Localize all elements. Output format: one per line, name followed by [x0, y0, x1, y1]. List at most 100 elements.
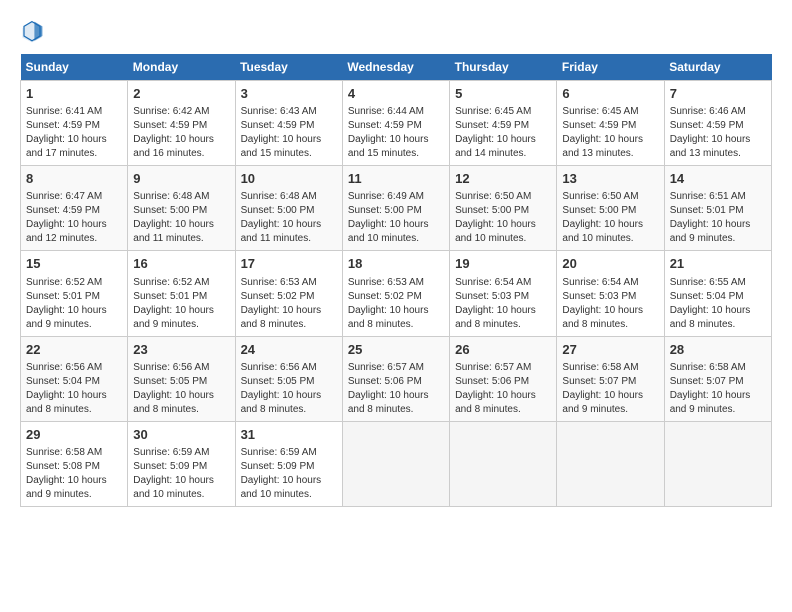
- daylight-text: Daylight: 10 hours and 8 minutes.: [241, 305, 322, 330]
- sunset-text: Sunset: 5:01 PM: [670, 205, 744, 216]
- sunset-text: Sunset: 5:00 PM: [455, 205, 529, 216]
- sunset-text: Sunset: 4:59 PM: [670, 120, 744, 131]
- daylight-text: Daylight: 10 hours and 8 minutes.: [133, 390, 214, 415]
- sunrise-text: Sunrise: 6:56 AM: [26, 362, 102, 373]
- daylight-text: Daylight: 10 hours and 8 minutes.: [26, 390, 107, 415]
- table-row: 26Sunrise: 6:57 AMSunset: 5:06 PMDayligh…: [450, 336, 557, 421]
- day-number: 18: [348, 255, 444, 273]
- daylight-text: Daylight: 10 hours and 10 minutes.: [455, 219, 536, 244]
- sunset-text: Sunset: 4:59 PM: [562, 120, 636, 131]
- day-number: 17: [241, 255, 337, 273]
- sunrise-text: Sunrise: 6:47 AM: [26, 191, 102, 202]
- sunrise-text: Sunrise: 6:45 AM: [562, 106, 638, 117]
- sunset-text: Sunset: 5:01 PM: [133, 291, 207, 302]
- sunset-text: Sunset: 5:05 PM: [133, 376, 207, 387]
- sunset-text: Sunset: 5:09 PM: [241, 461, 315, 472]
- sunset-text: Sunset: 5:04 PM: [670, 291, 744, 302]
- page-header: [20, 20, 772, 44]
- table-row: 24Sunrise: 6:56 AMSunset: 5:05 PMDayligh…: [235, 336, 342, 421]
- sunset-text: Sunset: 4:59 PM: [133, 120, 207, 131]
- day-number: 19: [455, 255, 551, 273]
- table-row: 29Sunrise: 6:58 AMSunset: 5:08 PMDayligh…: [21, 421, 128, 506]
- sunset-text: Sunset: 5:00 PM: [348, 205, 422, 216]
- col-sunday: Sunday: [21, 54, 128, 81]
- daylight-text: Daylight: 10 hours and 13 minutes.: [670, 134, 751, 159]
- table-row: 18Sunrise: 6:53 AMSunset: 5:02 PMDayligh…: [342, 251, 449, 336]
- daylight-text: Daylight: 10 hours and 15 minutes.: [348, 134, 429, 159]
- col-saturday: Saturday: [664, 54, 771, 81]
- sunset-text: Sunset: 5:07 PM: [562, 376, 636, 387]
- daylight-text: Daylight: 10 hours and 9 minutes.: [670, 390, 751, 415]
- daylight-text: Daylight: 10 hours and 10 minutes.: [348, 219, 429, 244]
- day-number: 10: [241, 170, 337, 188]
- calendar-week-row: 29Sunrise: 6:58 AMSunset: 5:08 PMDayligh…: [21, 421, 772, 506]
- table-row: 19Sunrise: 6:54 AMSunset: 5:03 PMDayligh…: [450, 251, 557, 336]
- calendar-week-row: 15 Sunrise: 6:52 AM Sunset: 5:01 PM Dayligh…: [21, 251, 772, 336]
- day-number: 14: [670, 170, 766, 188]
- day-number: 20: [562, 255, 658, 273]
- daylight-text: Daylight: 10 hours and 14 minutes.: [455, 134, 536, 159]
- day-number: 31: [241, 426, 337, 444]
- day-number: 11: [348, 170, 444, 188]
- daylight-text: Daylight: 10 hours and 8 minutes.: [348, 390, 429, 415]
- day-number: 15: [26, 255, 122, 273]
- table-row: 13Sunrise: 6:50 AMSunset: 5:00 PMDayligh…: [557, 166, 664, 251]
- day-number: 13: [562, 170, 658, 188]
- sunrise-text: Sunrise: 6:41 AM: [26, 106, 102, 117]
- day-number: 7: [670, 85, 766, 103]
- sunset-text: Sunset: 5:08 PM: [26, 461, 100, 472]
- sunset-text: Sunset: 5:05 PM: [241, 376, 315, 387]
- sunrise-text: Sunrise: 6:59 AM: [241, 447, 317, 458]
- daylight-text: Daylight: 10 hours and 15 minutes.: [241, 134, 322, 159]
- table-row: [557, 421, 664, 506]
- daylight-text: Daylight: 10 hours and 9 minutes.: [562, 390, 643, 415]
- sunset-text: Sunset: 5:06 PM: [455, 376, 529, 387]
- sunset-text: Sunset: 5:09 PM: [133, 461, 207, 472]
- day-number: 25: [348, 341, 444, 359]
- logo: [20, 20, 48, 44]
- day-number: 23: [133, 341, 229, 359]
- day-number: 8: [26, 170, 122, 188]
- sunrise-text: Sunrise: 6:45 AM: [455, 106, 531, 117]
- daylight-text: Daylight: 10 hours and 9 minutes.: [26, 475, 107, 500]
- day-number: 27: [562, 341, 658, 359]
- sunset-text: Sunset: 4:59 PM: [348, 120, 422, 131]
- sunset-text: Sunset: 4:59 PM: [26, 205, 100, 216]
- table-row: 25Sunrise: 6:57 AMSunset: 5:06 PMDayligh…: [342, 336, 449, 421]
- sunrise-text: Sunrise: 6:51 AM: [670, 191, 746, 202]
- daylight-text: Daylight: 10 hours and 13 minutes.: [562, 134, 643, 159]
- daylight-text: Daylight: 10 hours and 8 minutes.: [455, 390, 536, 415]
- sunrise-text: Sunrise: 6:57 AM: [455, 362, 531, 373]
- sunset-text: Sunset: 5:00 PM: [562, 205, 636, 216]
- daylight-text: Daylight: 10 hours and 9 minutes.: [26, 305, 107, 330]
- sunrise-text: Sunrise: 6:48 AM: [241, 191, 317, 202]
- table-row: 22Sunrise: 6:56 AMSunset: 5:04 PMDayligh…: [21, 336, 128, 421]
- day-number: 28: [670, 341, 766, 359]
- sunrise-text: Sunrise: 6:56 AM: [133, 362, 209, 373]
- col-wednesday: Wednesday: [342, 54, 449, 81]
- table-row: 12Sunrise: 6:50 AMSunset: 5:00 PMDayligh…: [450, 166, 557, 251]
- table-row: 9Sunrise: 6:48 AMSunset: 5:00 PMDaylight…: [128, 166, 235, 251]
- daylight-text: Daylight: 10 hours and 17 minutes.: [26, 134, 107, 159]
- table-row: 7Sunrise: 6:46 AMSunset: 4:59 PMDaylight…: [664, 81, 771, 166]
- sunset-text: Sunset: 4:59 PM: [26, 120, 100, 131]
- daylight-text: Daylight: 10 hours and 9 minutes.: [133, 305, 214, 330]
- table-row: 28 Sunrise: 6:58 AM Sunset: 5:07 PM Dayligh…: [664, 336, 771, 421]
- sunrise-text: Sunrise: 6:58 AM: [670, 362, 746, 373]
- sunrise-text: Sunrise: 6:56 AM: [241, 362, 317, 373]
- sunrise-text: Sunrise: 6:54 AM: [455, 277, 531, 288]
- table-row: 16Sunrise: 6:52 AMSunset: 5:01 PMDayligh…: [128, 251, 235, 336]
- day-number: 24: [241, 341, 337, 359]
- sunrise-text: Sunrise: 6:50 AM: [562, 191, 638, 202]
- sunset-text: Sunset: 5:07 PM: [670, 376, 744, 387]
- daylight-text: Daylight: 10 hours and 9 minutes.: [670, 219, 751, 244]
- table-row: 31Sunrise: 6:59 AMSunset: 5:09 PMDayligh…: [235, 421, 342, 506]
- day-number: 1: [26, 85, 122, 103]
- sunset-text: Sunset: 5:03 PM: [455, 291, 529, 302]
- day-number: 6: [562, 85, 658, 103]
- sunrise-text: Sunrise: 6:52 AM: [133, 277, 209, 288]
- calendar-table: Sunday Monday Tuesday Wednesday Thursday…: [20, 54, 772, 507]
- sunset-text: Sunset: 5:03 PM: [562, 291, 636, 302]
- day-number: 3: [241, 85, 337, 103]
- table-row: 6 Sunrise: 6:45 AM Sunset: 4:59 PM Daylight…: [557, 81, 664, 166]
